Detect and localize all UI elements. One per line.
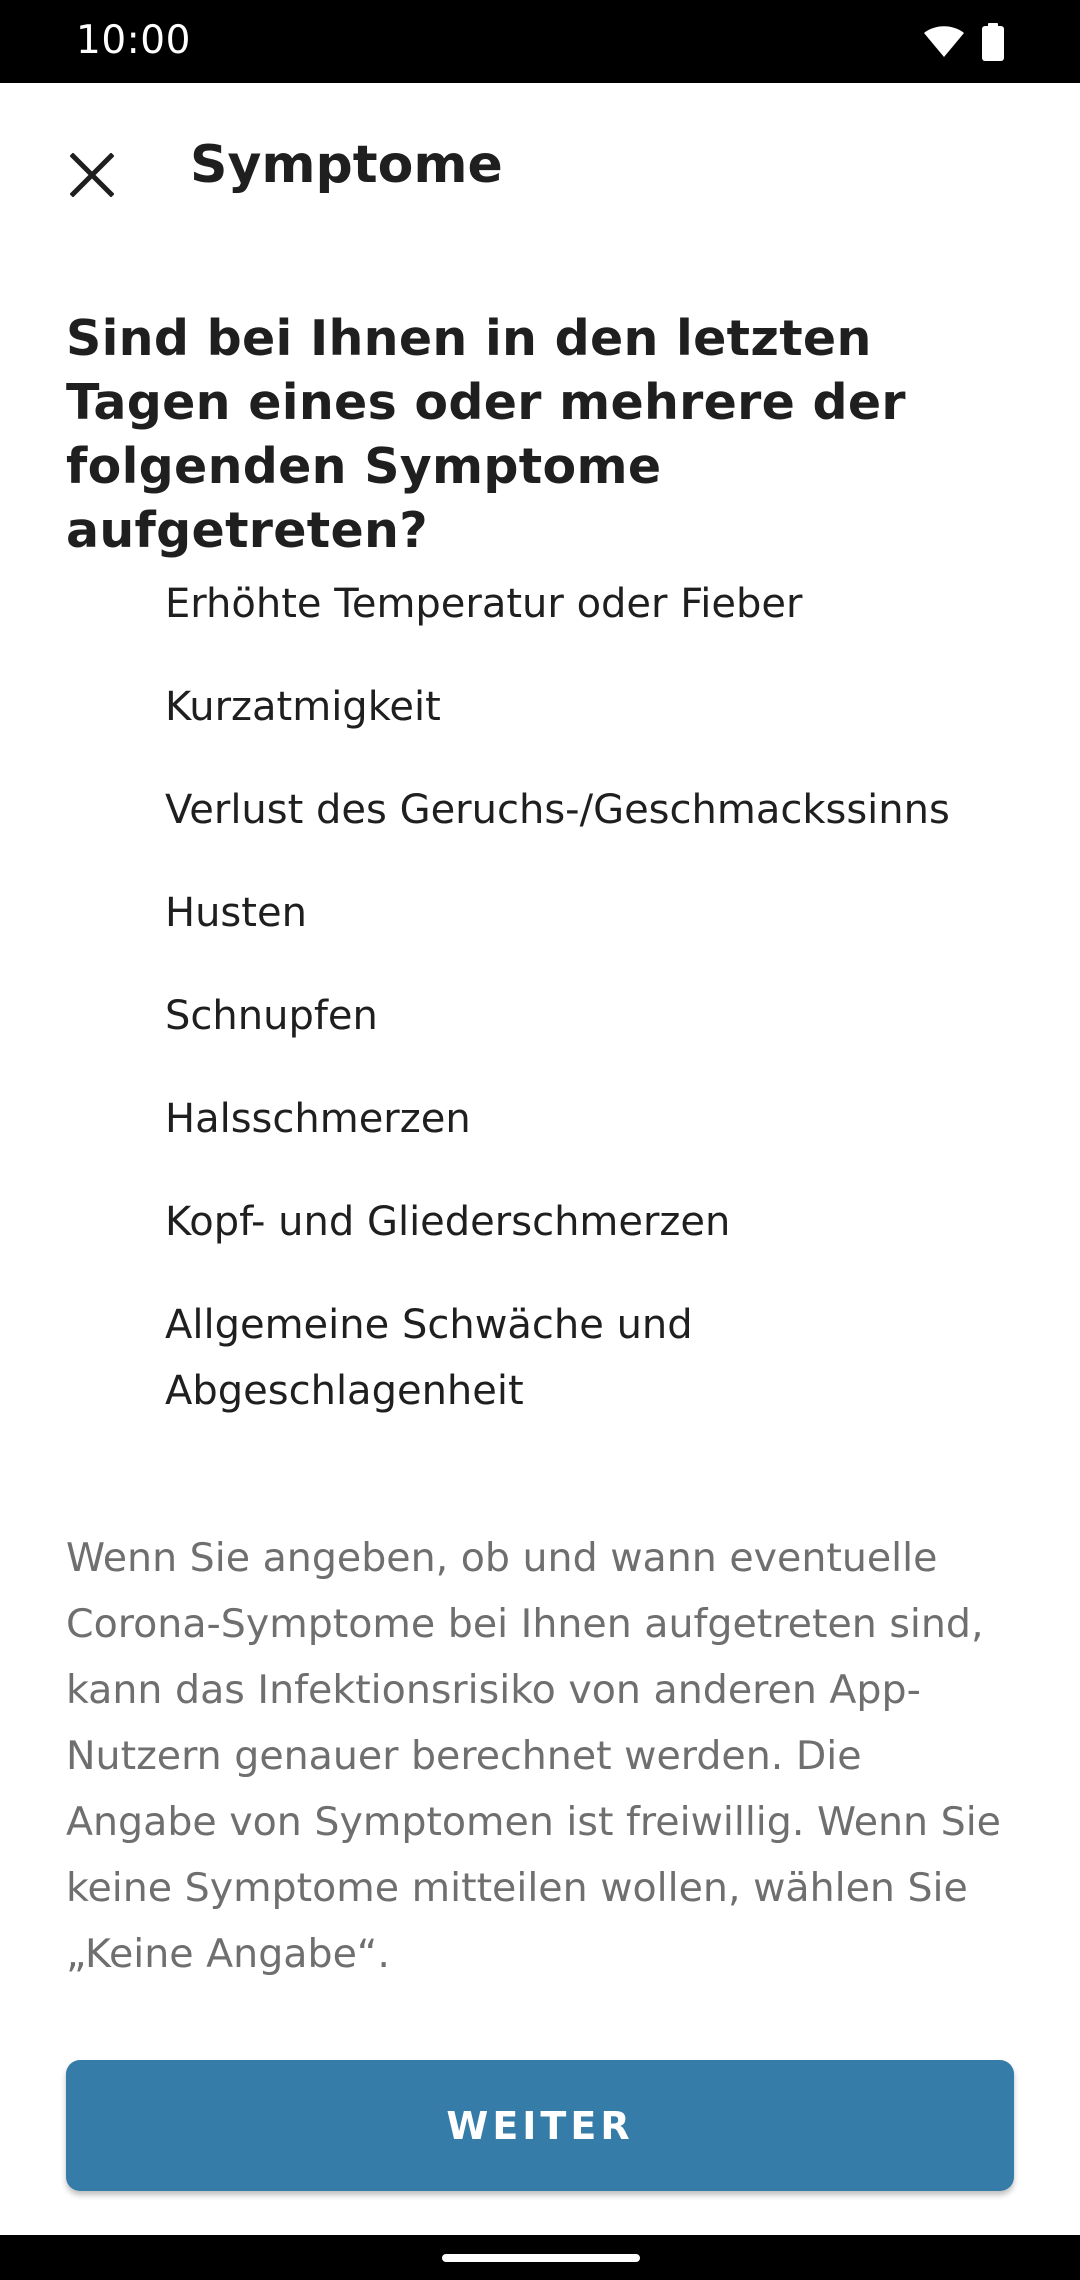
app-bar: Symptome (0, 83, 1080, 243)
symptom-item: Allgemeine Schwäche und Abgeschlagenheit (165, 1302, 693, 1414)
battery-icon (982, 23, 1004, 61)
status-time: 10:00 (76, 18, 191, 63)
symptom-item: Erhöhte Temperatur oder Fieber (165, 581, 803, 627)
question-heading: Sind bei Ihnen in den letzten Tagen eine… (66, 310, 906, 559)
symptom-item: Kurzatmigkeit (165, 684, 441, 730)
page-title: Symptome (190, 135, 503, 195)
symptom-item: Schnupfen (165, 993, 378, 1039)
close-icon (69, 151, 115, 202)
symptom-list: Erhöhte Temperatur oder Fieber Kurzatmig… (165, 571, 1025, 1461)
wifi-icon (924, 26, 964, 58)
symptom-item: Husten (165, 890, 307, 936)
weiter-button-label: WEITER (446, 2103, 634, 2148)
close-button[interactable] (44, 129, 140, 225)
info-text: Wenn Sie angeben, ob und wann eventuelle… (66, 1535, 1001, 1977)
status-bar: 10:00 (0, 0, 1080, 83)
symptom-item: Halsschmerzen (165, 1096, 471, 1142)
symptom-item: Kopf- und Gliederschmerzen (165, 1199, 731, 1245)
symptom-item: Verlust des Geruchs-/Geschmackssinns (165, 787, 950, 833)
status-icons (924, 22, 1004, 62)
weiter-button[interactable]: WEITER (66, 2060, 1014, 2191)
home-handle[interactable] (442, 2254, 640, 2262)
